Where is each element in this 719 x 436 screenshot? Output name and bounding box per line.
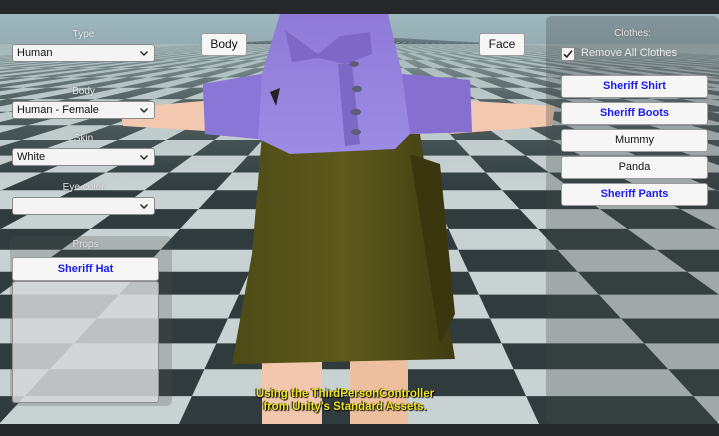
prop-item-label: Sheriff Hat [57,263,114,275]
chevron-down-icon [140,155,148,160]
clothing-item-label: Sheriff Pants [600,188,669,200]
bottom-bar [0,424,719,436]
skin-dropdown-value: White [17,151,46,163]
body-button-label: Body [210,37,238,51]
chevron-down-icon [140,51,148,56]
props-list-area[interactable] [12,281,159,403]
skin-label: Skin [73,133,94,144]
shirt-button [351,129,361,135]
remove-all-label: Remove All Clothes [581,47,677,59]
body-button[interactable]: Body [201,33,247,56]
chevron-down-icon [140,108,148,113]
shirt-button [352,85,362,93]
face-button-label: Face [488,37,516,51]
body-dropdown[interactable]: Human - Female [12,101,155,119]
type-dropdown[interactable]: Human [12,44,155,62]
clothes-title: Clothes: [614,28,651,39]
remove-all-checkbox-row[interactable]: Remove All Clothes [561,45,711,63]
caption: Using the ThirdPersonController from Uni… [200,388,490,414]
body-dropdown-value: Human - Female [17,104,99,116]
clothing-sheriff-pants-button[interactable]: Sheriff Pants [561,183,708,206]
clothing-item-label: Sheriff Shirt [603,80,666,92]
clothing-item-label: Panda [618,161,651,173]
caption-line-1: Using the ThirdPersonController [255,388,435,400]
type-dropdown-value: Human [17,47,53,59]
prop-sheriff-hat-button[interactable]: Sheriff Hat [12,257,159,281]
shirt-button [351,108,361,116]
face-button[interactable]: Face [479,33,525,56]
props-label: Props [72,239,99,250]
clothing-panda-button[interactable]: Panda [561,156,708,179]
remove-all-checkbox[interactable] [561,47,575,61]
clothing-mummy-button[interactable]: Mummy [561,129,708,152]
app-window: Type Human Body Human - Female Skin Whit… [0,0,719,436]
shirt-button [349,61,359,67]
clothing-sheriff-boots-button[interactable]: Sheriff Boots [561,102,708,125]
clothing-item-label: Sheriff Boots [599,107,670,119]
body-label: Body [72,86,95,97]
clothing-sheriff-shirt-button[interactable]: Sheriff Shirt [561,75,708,98]
eye-color-label: Eye color [62,182,105,193]
chevron-down-icon [140,204,148,209]
skin-dropdown[interactable]: White [12,148,155,166]
caption-line-2: from Unity's Standard Assets. [263,401,427,413]
clothing-item-label: Mummy [614,134,655,146]
eye-color-dropdown[interactable] [12,197,155,215]
top-bar [0,0,719,14]
checkmark-icon [563,50,573,59]
type-label: Type [72,29,95,40]
